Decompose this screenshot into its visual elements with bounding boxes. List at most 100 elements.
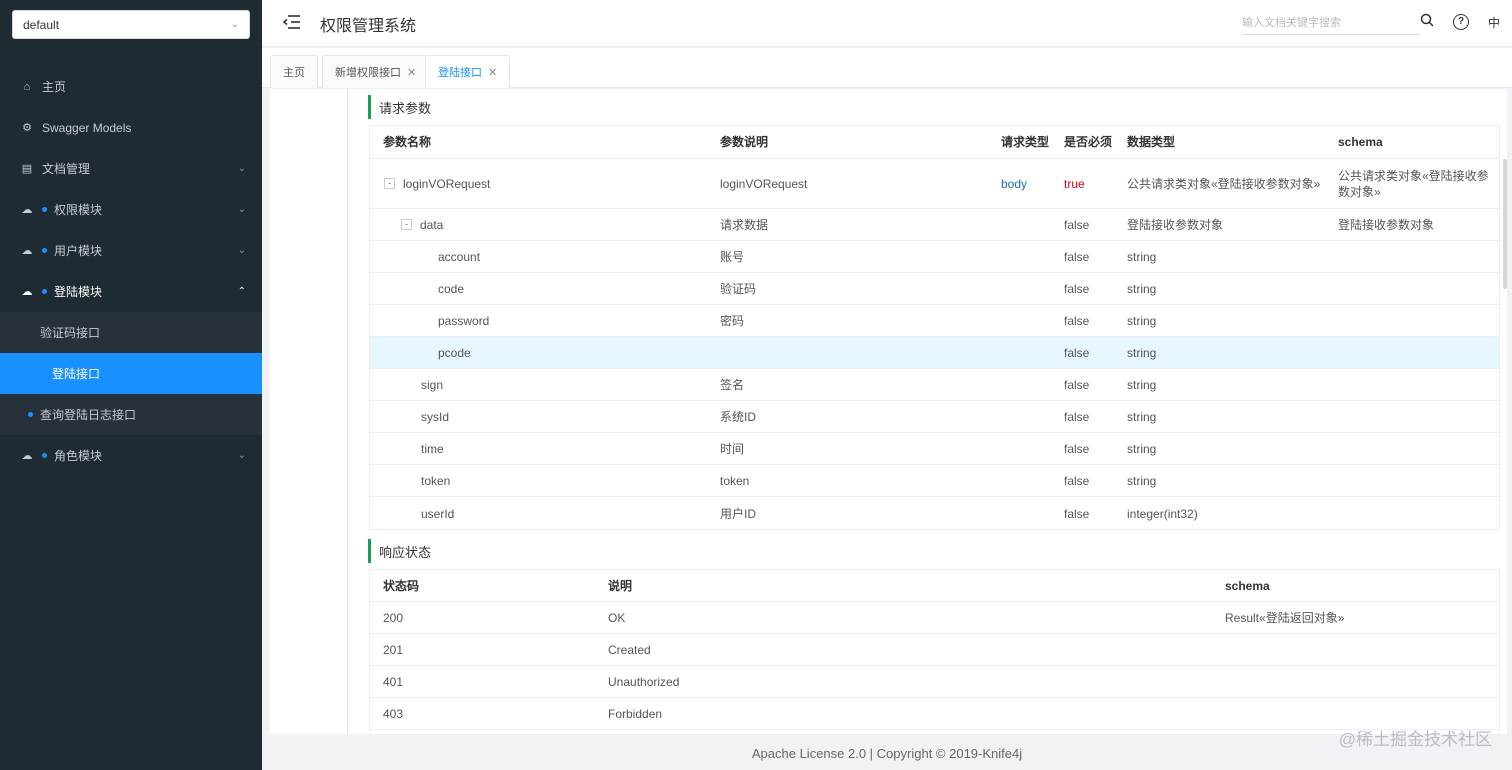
status-dot [28, 412, 33, 417]
col-header: 参数说明 [720, 135, 769, 149]
param-required: false [1064, 506, 1090, 521]
status-dot [42, 289, 47, 294]
param-type: string [1127, 345, 1157, 360]
param-name: pcode [438, 345, 471, 360]
sidebar-subitem-login[interactable]: 登陆接口 [0, 353, 262, 394]
param-required: true [1064, 176, 1085, 191]
document-icon: ▤ [21, 163, 33, 175]
tab-home[interactable]: 主页 [270, 55, 318, 88]
sidebar-subitem-captcha[interactable]: 验证码接口 [0, 312, 262, 353]
status-code: 201 [383, 642, 404, 657]
status-desc: OK [608, 610, 626, 625]
group-select-value: default [23, 17, 60, 32]
param-name: code [438, 281, 465, 296]
sidebar: default ⌄ ⌂ 主页 ⚙ Swagger Models ▤ 文档管理 ⌄… [0, 0, 262, 770]
col-header: schema [1338, 135, 1383, 149]
search-input[interactable] [1242, 11, 1420, 35]
sidebar-item-label: 主页 [42, 80, 67, 94]
chevron-down-icon: ⌄ [237, 450, 246, 461]
tab-label: 新增权限接口 [335, 67, 401, 79]
language-switch[interactable]: 中 [1488, 14, 1500, 31]
table-row: time 时间 false string [370, 433, 1499, 465]
param-desc: 系统ID [720, 409, 757, 424]
search-icon[interactable] [1420, 13, 1434, 27]
footer: Apache License 2.0 | Copyright © 2019-Kn… [262, 737, 1512, 770]
param-desc: 密码 [720, 313, 745, 328]
chevron-down-icon: ⌄ [237, 163, 246, 174]
col-header: 请求类型 [1001, 135, 1050, 149]
param-name: userId [421, 506, 455, 521]
param-type: 公共请求类对象«登陆接收参数对象» [1127, 176, 1321, 191]
chevron-down-icon: ⌄ [237, 245, 246, 256]
param-type: string [1127, 377, 1157, 392]
param-name: time [421, 441, 444, 456]
param-name-text: data [420, 217, 444, 232]
login-submenu: 验证码接口 登陆接口 查询登陆日志接口 [0, 312, 262, 435]
close-icon[interactable]: ✕ [488, 66, 497, 79]
collapse-toggle[interactable]: - [401, 219, 412, 230]
sidebar-item-login[interactable]: ☁ 登陆模块 ⌃ [0, 271, 262, 312]
sidebar-item-user[interactable]: ☁ 用户模块 ⌄ [0, 230, 262, 271]
sidebar-item-docs[interactable]: ▤ 文档管理 ⌄ [0, 148, 262, 189]
request-params-table: 参数名称 参数说明 请求类型 是否必须 数据类型 schema - loginV… [369, 125, 1500, 530]
table-row: 401 Unauthorized [370, 666, 1499, 698]
col-header: schema [1225, 578, 1270, 593]
sidebar-item-label: Swagger Models [42, 120, 132, 135]
menu-fold-icon[interactable] [282, 12, 302, 32]
table-row: token token false string [370, 465, 1499, 497]
param-schema: 登陆接收参数对象 [1338, 217, 1435, 232]
status-dot [42, 248, 47, 253]
param-desc: loginVORequest [720, 176, 808, 191]
collapse-toggle[interactable]: - [384, 178, 395, 189]
table-row: sign 签名 false string [370, 369, 1499, 401]
cloud-icon: ☁ [21, 286, 33, 298]
param-type: integer(int32) [1127, 506, 1198, 521]
table-header: 参数名称 参数说明 请求类型 是否必须 数据类型 schema [370, 126, 1499, 159]
col-header: 状态码 [383, 578, 420, 593]
table-row: 200 OK Result«登陆返回对象» [370, 602, 1499, 634]
sidebar-item-permission[interactable]: ☁ 权限模块 ⌄ [0, 189, 262, 230]
param-type: string [1127, 409, 1157, 424]
sidebar-item-label: 验证码接口 [40, 326, 101, 340]
sidebar-item-label: 登陆接口 [52, 367, 101, 381]
group-select[interactable]: default ⌄ [12, 10, 250, 39]
status-desc: Unauthorized [608, 674, 680, 689]
table-row: pcode false string [370, 337, 1499, 369]
sidebar-subitem-login-log[interactable]: 查询登陆日志接口 [0, 394, 262, 435]
sidebar-item-home[interactable]: ⌂ 主页 [0, 66, 262, 107]
sidebar-item-label: 用户模块 [54, 244, 103, 258]
tab-add-permission[interactable]: 新增权限接口 ✕ [322, 55, 430, 88]
tab-login[interactable]: 登陆接口 ✕ [425, 55, 511, 88]
help-icon[interactable]: ? [1453, 14, 1469, 30]
param-name: - data [401, 209, 443, 240]
param-desc: 签名 [720, 377, 745, 392]
param-schema: 公共请求类对象«登陆接收参数对象» [1338, 168, 1489, 199]
param-name-text: loginVORequest [403, 176, 491, 191]
divider [347, 89, 348, 734]
param-required: false [1064, 313, 1090, 328]
status-schema: Result«登陆返回对象» [1225, 610, 1345, 625]
param-required: false [1064, 345, 1090, 360]
param-desc: 时间 [720, 441, 745, 456]
param-desc: 验证码 [720, 281, 757, 296]
param-required: false [1064, 281, 1090, 296]
param-name: account [438, 249, 481, 264]
param-desc: token [720, 473, 750, 488]
col-header: 数据类型 [1127, 135, 1176, 149]
sidebar-item-role[interactable]: ☁ 角色模块 ⌄ [0, 435, 262, 476]
col-header: 参数名称 [383, 135, 432, 149]
param-desc: 用户ID [720, 506, 757, 521]
scrollbar[interactable] [1503, 159, 1507, 289]
param-required: false [1064, 473, 1090, 488]
param-type: string [1127, 473, 1157, 488]
response-status-title: 响应状态 [368, 539, 431, 563]
param-required: false [1064, 409, 1090, 424]
param-desc: 账号 [720, 249, 745, 264]
close-icon[interactable]: ✕ [407, 66, 416, 79]
page-title: 权限管理系统 [320, 18, 417, 35]
sidebar-item-swagger-models[interactable]: ⚙ Swagger Models [0, 107, 262, 148]
watermark: @稀土掘金技术社区 [1338, 730, 1492, 749]
sidebar-item-label: 文档管理 [42, 162, 91, 176]
sidebar-item-label: 角色模块 [54, 449, 103, 463]
gear-icon: ⚙ [22, 122, 32, 134]
